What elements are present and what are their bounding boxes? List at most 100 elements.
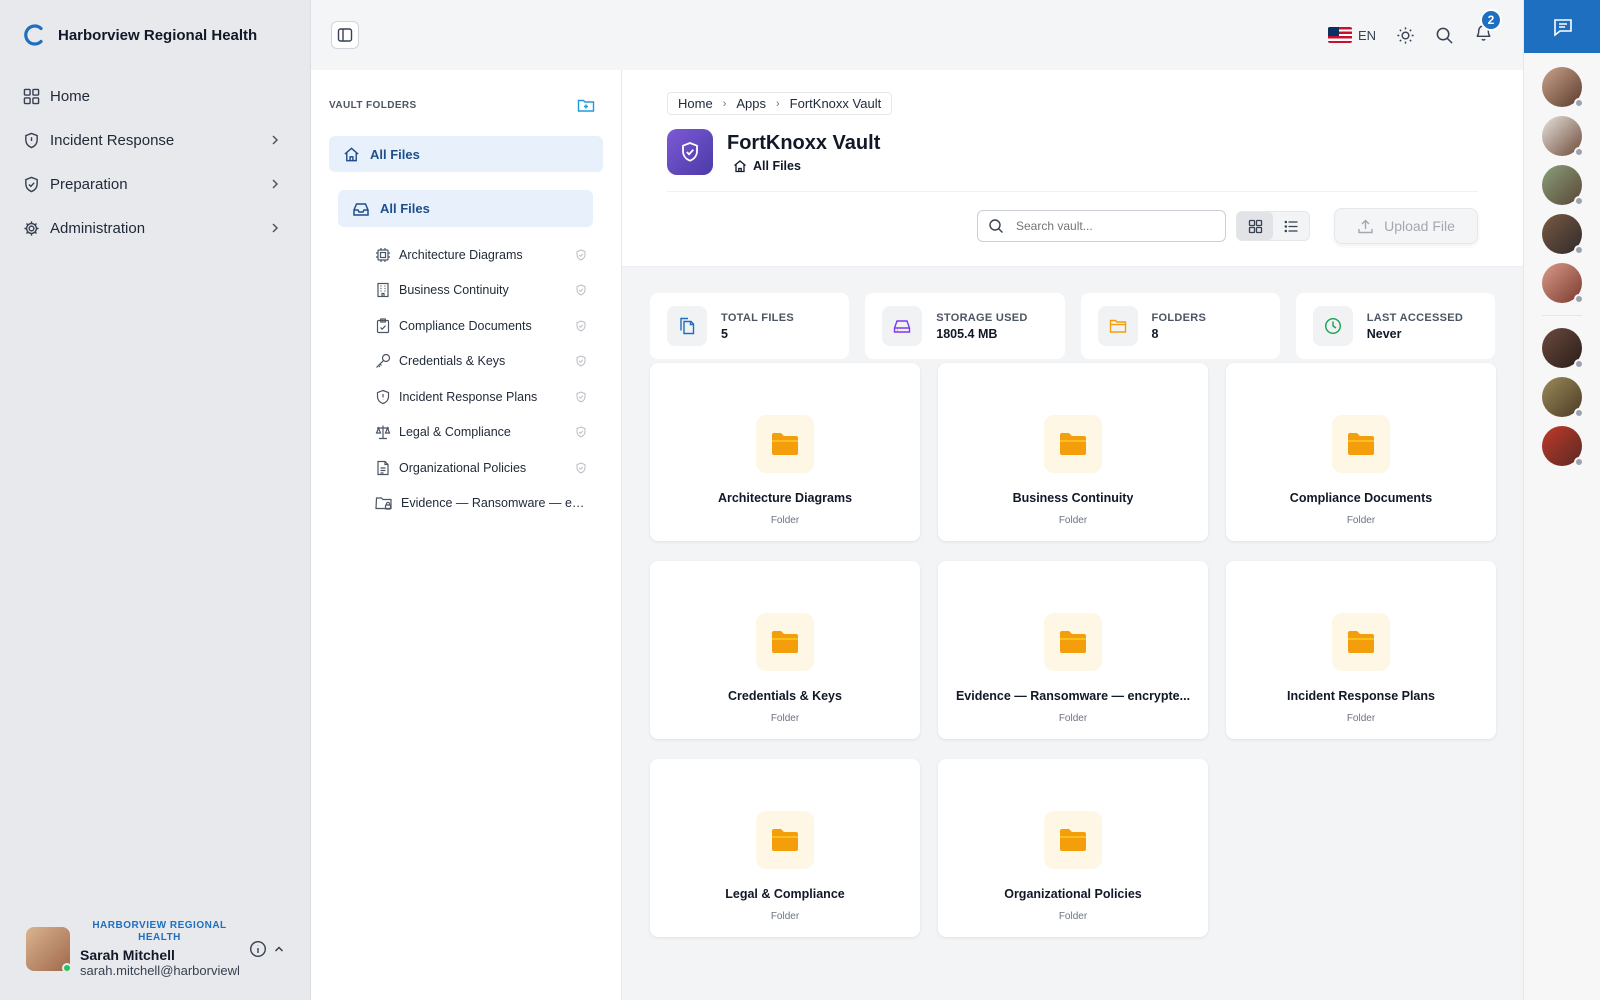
chat-icon xyxy=(1553,18,1572,37)
brand[interactable]: Harborview Regional Health xyxy=(0,0,310,70)
team-avatar[interactable] xyxy=(1542,263,1584,304)
sidebar-item-incident-response[interactable]: Incident Response xyxy=(0,118,310,162)
shield-check-icon xyxy=(22,175,40,193)
team-avatar[interactable] xyxy=(1542,214,1584,255)
folder-card[interactable]: Organizational Policies Folder xyxy=(938,759,1208,937)
status-dot xyxy=(1574,408,1584,418)
folder-icon xyxy=(756,613,814,671)
folder-item-label: Compliance Documents xyxy=(399,318,532,333)
folder-card[interactable]: Credentials & Keys Folder xyxy=(650,561,920,739)
chat-button[interactable] xyxy=(1524,0,1600,53)
stat-value: 1805.4 MB xyxy=(936,326,998,341)
home-icon xyxy=(344,146,359,161)
stat-value: 5 xyxy=(721,326,728,341)
page-title: FortKnoxx Vault xyxy=(727,131,881,154)
folder-card-type: Folder xyxy=(1058,911,1088,922)
folder-item-compliance-documents[interactable]: Compliance Documents xyxy=(311,308,621,344)
team-avatar[interactable] xyxy=(1542,116,1584,157)
building-icon xyxy=(377,283,389,298)
chevron-right-icon xyxy=(272,179,279,189)
folder-card-name: Legal & Compliance xyxy=(725,887,845,901)
stat-label: STORAGE USED xyxy=(936,311,1028,324)
vault-toolbar: Upload File xyxy=(667,208,1523,244)
user-info: HARBORVIEW REGIONAL HEALTH Sarah Mitchel… xyxy=(80,920,239,978)
shield-alert-icon xyxy=(376,389,390,404)
language-code: EN xyxy=(1357,27,1376,43)
list-view-button[interactable] xyxy=(1273,212,1309,240)
folder-card-type: Folder xyxy=(1058,515,1088,526)
brand-logo-icon xyxy=(24,24,43,46)
sidebar-item-home[interactable]: Home xyxy=(0,74,310,118)
sidebar-toggle-button[interactable] xyxy=(331,21,359,49)
avatar[interactable] xyxy=(26,927,72,973)
scale-icon xyxy=(375,425,391,440)
key-icon xyxy=(376,354,391,369)
folder-card[interactable]: Compliance Documents Folder xyxy=(1226,363,1496,541)
folder-item-organizational-policies[interactable]: Organizational Policies xyxy=(311,450,621,486)
shield-alert-icon xyxy=(22,131,40,149)
team-avatar[interactable] xyxy=(1542,67,1584,108)
folder-item-business-continuity[interactable]: Business Continuity xyxy=(311,273,621,309)
notifications-button[interactable]: 2 xyxy=(1474,9,1502,47)
folder-item-evidence-ransomware[interactable]: Evidence — Ransomware — en... xyxy=(311,486,621,522)
search-input[interactable] xyxy=(1016,219,1206,233)
grid-view-button[interactable] xyxy=(1237,212,1273,240)
chevron-right-icon: › xyxy=(722,97,727,110)
search-icon[interactable] xyxy=(1435,26,1454,45)
breadcrumb-home[interactable]: Home xyxy=(678,96,713,111)
folder-item-credentials-keys[interactable]: Credentials & Keys xyxy=(311,344,621,380)
shield-check-icon xyxy=(576,426,586,438)
shield-check-icon xyxy=(576,391,586,403)
grid-icon xyxy=(1248,219,1262,233)
vault-main: Home › Apps › FortKnoxx Vault FortKnoxx … xyxy=(622,70,1523,1000)
language-selector[interactable]: EN xyxy=(1327,27,1376,43)
folder-item-label: Incident Response Plans xyxy=(399,389,538,404)
upload-icon xyxy=(1358,219,1373,233)
current-location-label: All Files xyxy=(753,158,801,173)
team-avatar[interactable] xyxy=(1542,377,1584,418)
sidebar-item-preparation[interactable]: Preparation xyxy=(0,162,310,206)
info-icon[interactable] xyxy=(249,940,267,958)
title-row: FortKnoxx Vault All Files xyxy=(667,129,1523,175)
current-location: All Files xyxy=(733,159,880,173)
sidebar-item-administration[interactable]: Administration xyxy=(0,206,310,250)
folder-card-type: Folder xyxy=(770,515,800,526)
team-avatar[interactable] xyxy=(1542,426,1584,467)
status-dot xyxy=(1574,98,1584,108)
folder-card-name: Compliance Documents xyxy=(1289,491,1433,505)
breadcrumb-apps[interactable]: Apps xyxy=(736,96,766,111)
folder-root-all-files[interactable]: All Files xyxy=(329,136,603,172)
folder-card-name: Architecture Diagrams xyxy=(717,491,853,505)
online-status-dot xyxy=(62,963,72,973)
status-dot xyxy=(1574,147,1584,157)
sidebar-nav: Home Incident Response Preparation Admin… xyxy=(0,74,310,250)
chevron-up-icon[interactable] xyxy=(273,943,285,955)
stat-value: 8 xyxy=(1151,326,1159,341)
search-icon xyxy=(989,219,1003,233)
team-avatar[interactable] xyxy=(1542,165,1584,206)
folder-item-architecture-diagrams[interactable]: Architecture Diagrams xyxy=(311,237,621,273)
folder-item-label: Evidence — Ransomware — en... xyxy=(401,496,587,511)
folder-card-type: Folder xyxy=(770,911,800,922)
search-box[interactable] xyxy=(977,210,1226,242)
folder-grid: Architecture Diagrams Folder Business Co… xyxy=(650,363,1496,937)
folder-card[interactable]: Legal & Compliance Folder xyxy=(650,759,920,937)
org-name: HARBORVIEW REGIONAL HEALTH xyxy=(92,920,227,943)
user-card[interactable]: HARBORVIEW REGIONAL HEALTH Sarah Mitchel… xyxy=(0,914,311,984)
upload-file-button[interactable]: Upload File xyxy=(1334,208,1478,244)
folder-card[interactable]: Architecture Diagrams Folder xyxy=(650,363,920,541)
status-dot xyxy=(1574,196,1584,206)
folder-item-all-files[interactable]: All Files xyxy=(338,190,593,227)
new-folder-icon[interactable] xyxy=(577,96,595,114)
folder-item-legal-compliance[interactable]: Legal & Compliance xyxy=(311,415,621,451)
folder-card-name: Credentials & Keys xyxy=(728,689,842,703)
team-avatar[interactable] xyxy=(1542,328,1584,369)
app-name: Harborview Regional Health xyxy=(58,26,258,44)
folder-card[interactable]: Business Continuity Folder xyxy=(938,363,1208,541)
folder-item-label: All Files xyxy=(380,201,430,216)
folder-item-incident-response-plans[interactable]: Incident Response Plans xyxy=(311,379,621,415)
folder-card[interactable]: Incident Response Plans Folder xyxy=(1226,561,1496,739)
sun-icon[interactable] xyxy=(1396,26,1415,45)
folder-card[interactable]: Evidence — Ransomware — encrypte... Fold… xyxy=(938,561,1208,739)
user-actions xyxy=(249,940,285,958)
